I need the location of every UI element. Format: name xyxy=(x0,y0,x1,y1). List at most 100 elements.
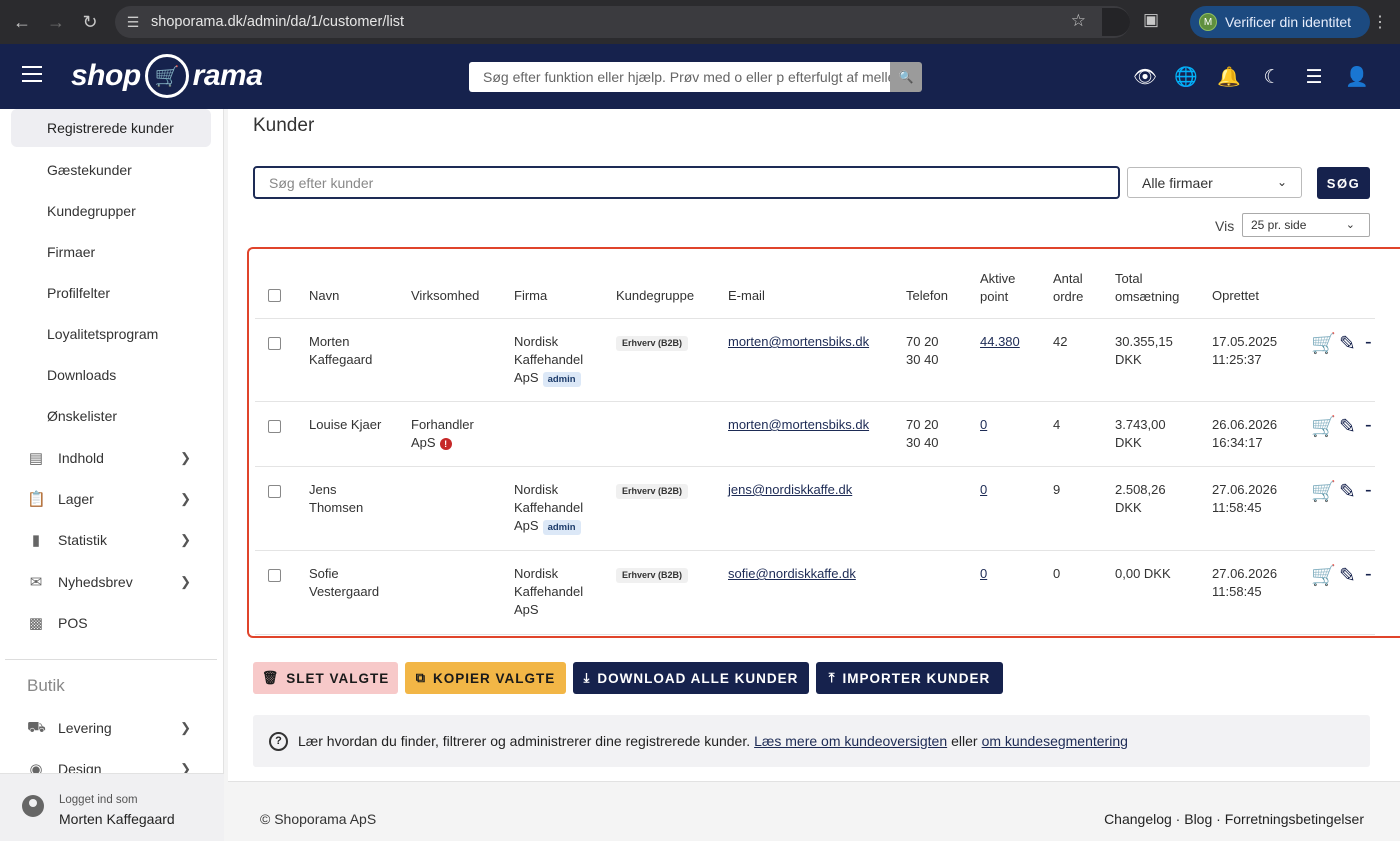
column-header-antal-ordre[interactable]: Antal ordre xyxy=(1053,270,1093,306)
customer-virksomhed: Forhandler ApS! xyxy=(411,417,474,450)
sidebar-item-downloads[interactable]: Downloads xyxy=(11,356,211,394)
global-search-placeholder: Søg efter funktion eller hjælp. Prøv med… xyxy=(483,69,890,85)
reload-icon[interactable]: ↻ xyxy=(73,5,107,39)
download-icon: ⤓ xyxy=(583,670,591,685)
customer-search-input[interactable]: Søg efter kunder xyxy=(253,166,1120,199)
account-icon[interactable]: 👤 xyxy=(1345,65,1369,89)
stack-icon[interactable]: ☰ xyxy=(1302,65,1326,89)
column-header-total[interactable]: Total omsætning xyxy=(1115,270,1195,306)
add-to-cart-icon[interactable]: 🛒 xyxy=(1311,563,1336,588)
customer-points[interactable]: 44.380 xyxy=(980,333,1020,351)
sidebar-group-lager[interactable]: 📋 Lager ❯ xyxy=(27,487,197,511)
sidebar-group-levering[interactable]: ⛟ Levering ❯ xyxy=(27,716,197,740)
row-divider xyxy=(255,401,1375,402)
logo-text-right: rama xyxy=(192,59,263,92)
address-bar[interactable]: ☰ shoporama.dk/admin/da/1/customer/list … xyxy=(115,6,1130,38)
row-checkbox[interactable] xyxy=(268,485,281,498)
page-footer: © Shoporama ApS Changelog · Blog · Forre… xyxy=(228,781,1400,841)
column-header-virksomhed[interactable]: Virksomhed xyxy=(411,287,479,305)
edit-icon[interactable]: ✎ xyxy=(1339,331,1356,356)
logged-in-panel[interactable]: Logget ind som Morten Kaffegaard xyxy=(0,773,224,841)
row-checkbox[interactable] xyxy=(268,337,281,350)
search-icon[interactable]: 🔍 xyxy=(890,62,922,92)
more-icon[interactable]: - xyxy=(1365,331,1372,354)
copyright: © Shoporama ApS xyxy=(260,811,377,827)
import-customers-button[interactable]: ⤒ IMPORTER KUNDER xyxy=(816,662,1003,694)
more-icon[interactable]: - xyxy=(1365,414,1372,437)
row-checkbox[interactable] xyxy=(268,420,281,433)
column-header-email[interactable]: E-mail xyxy=(728,287,765,305)
column-header-aktive-point[interactable]: Aktive point xyxy=(980,270,1030,306)
add-to-cart-icon[interactable]: 🛒 xyxy=(1311,331,1336,356)
column-header-telefon[interactable]: Telefon xyxy=(906,287,948,305)
customer-name[interactable]: Sofie Vestergaard xyxy=(309,565,389,601)
sidebar-item-gaestekunder[interactable]: Gæstekunder xyxy=(11,151,211,189)
verify-identity-button[interactable]: M Verificer din identitet xyxy=(1190,6,1370,38)
more-icon[interactable]: - xyxy=(1365,479,1372,502)
edit-icon[interactable]: ✎ xyxy=(1339,414,1356,439)
customer-orders: 4 xyxy=(1053,417,1061,432)
shoporama-logo[interactable]: shop 🛒 rama xyxy=(71,54,263,98)
admin-badge: admin xyxy=(542,372,581,387)
sidebar-group-nyhedsbrev[interactable]: ✉ Nyhedsbrev ❯ xyxy=(27,570,197,594)
upload-icon: ⤒ xyxy=(828,670,836,685)
per-page-select[interactable]: 25 pr. side ⌄ xyxy=(1242,213,1370,237)
extensions-icon[interactable]: ▣ xyxy=(1143,10,1159,30)
sidebar-group-pos[interactable]: ▩ POS xyxy=(27,611,197,635)
row-divider xyxy=(255,318,1375,319)
customer-points[interactable]: 0 xyxy=(980,481,987,499)
customer-points[interactable]: 0 xyxy=(980,416,987,434)
delete-selected-button[interactable]: 🗑 SLET VALGTE xyxy=(253,662,398,694)
bell-icon[interactable]: 🔔 xyxy=(1217,65,1241,89)
add-to-cart-icon[interactable]: 🛒 xyxy=(1311,479,1336,504)
sidebar-group-indhold[interactable]: ▤ Indhold ❯ xyxy=(27,446,197,470)
help-link-overview[interactable]: Læs mere om kundeoversigten xyxy=(754,733,947,749)
copy-selected-button[interactable]: ⧉ KOPIER VALGTE xyxy=(405,662,566,694)
sidebar-item-loyalitetsprogram[interactable]: Loyalitetsprogram xyxy=(11,315,211,353)
back-icon[interactable]: ← xyxy=(5,5,39,39)
customer-email[interactable]: morten@mortensbiks.dk xyxy=(728,333,869,351)
customer-name[interactable]: Morten Kaffegaard xyxy=(309,333,389,369)
search-button[interactable]: SØG xyxy=(1317,167,1370,199)
customer-name[interactable]: Jens Thomsen xyxy=(309,481,389,517)
per-page-label: Vis xyxy=(1215,218,1235,234)
customer-name[interactable]: Louise Kjaer xyxy=(309,416,389,434)
more-icon[interactable]: - xyxy=(1365,563,1372,586)
row-checkbox[interactable] xyxy=(268,569,281,582)
column-header-kundegruppe[interactable]: Kundegruppe xyxy=(616,287,694,305)
customer-email[interactable]: morten@mortensbiks.dk xyxy=(728,416,869,434)
forward-icon[interactable]: → xyxy=(39,5,73,39)
browser-toolbar: ← → ↻ ☰ shoporama.dk/admin/da/1/customer… xyxy=(0,0,1400,44)
browser-menu-icon[interactable]: ⋮ xyxy=(1372,12,1388,32)
customer-points[interactable]: 0 xyxy=(980,565,987,583)
global-search-input[interactable]: Søg efter funktion eller hjælp. Prøv med… xyxy=(469,62,890,92)
globe-icon[interactable]: 🌐 xyxy=(1174,65,1198,89)
sidebar-item-firmaer[interactable]: Firmaer xyxy=(11,233,211,271)
download-all-button[interactable]: ⤓ DOWNLOAD ALLE KUNDER xyxy=(573,662,809,694)
chevron-right-icon: ❯ xyxy=(180,450,191,465)
dark-mode-icon[interactable]: ☾ xyxy=(1260,65,1284,89)
edit-icon[interactable]: ✎ xyxy=(1339,479,1356,504)
edit-icon[interactable]: ✎ xyxy=(1339,563,1356,588)
add-to-cart-icon[interactable]: 🛒 xyxy=(1311,414,1336,439)
bookmark-star-icon[interactable]: ☆ xyxy=(1071,11,1086,31)
column-header-navn[interactable]: Navn xyxy=(309,287,339,305)
customer-email[interactable]: sofie@nordiskkaffe.dk xyxy=(728,565,856,583)
column-header-firma[interactable]: Firma xyxy=(514,287,547,305)
firm-select[interactable]: Alle firmaer ⌄ xyxy=(1127,167,1302,198)
menu-icon[interactable] xyxy=(22,66,42,87)
sidebar-item-registrerede-kunder[interactable]: Registrerede kunder xyxy=(11,109,211,147)
column-header-oprettet[interactable]: Oprettet xyxy=(1212,287,1259,305)
logo-cart-icon: 🛒 xyxy=(144,54,189,98)
chevron-right-icon: ❯ xyxy=(180,574,191,589)
sidebar-item-kundegrupper[interactable]: Kundegrupper xyxy=(11,192,211,230)
help-link-segmentation[interactable]: om kundesegmentering xyxy=(982,733,1128,749)
eye-icon[interactable]: 👁 xyxy=(1133,65,1157,89)
footer-links[interactable]: Changelog · Blog · Forretningsbetingelse… xyxy=(1104,811,1364,827)
sidebar-item-onskelister[interactable]: Ønskelister xyxy=(11,397,211,435)
sidebar-item-profilfelter[interactable]: Profilfelter xyxy=(11,274,211,312)
customer-email[interactable]: jens@nordiskkaffe.dk xyxy=(728,481,852,499)
site-settings-icon[interactable]: ☰ xyxy=(115,14,151,31)
select-all-checkbox[interactable] xyxy=(268,289,281,302)
sidebar-group-statistik[interactable]: ▮ Statistik ❯ xyxy=(27,528,197,552)
